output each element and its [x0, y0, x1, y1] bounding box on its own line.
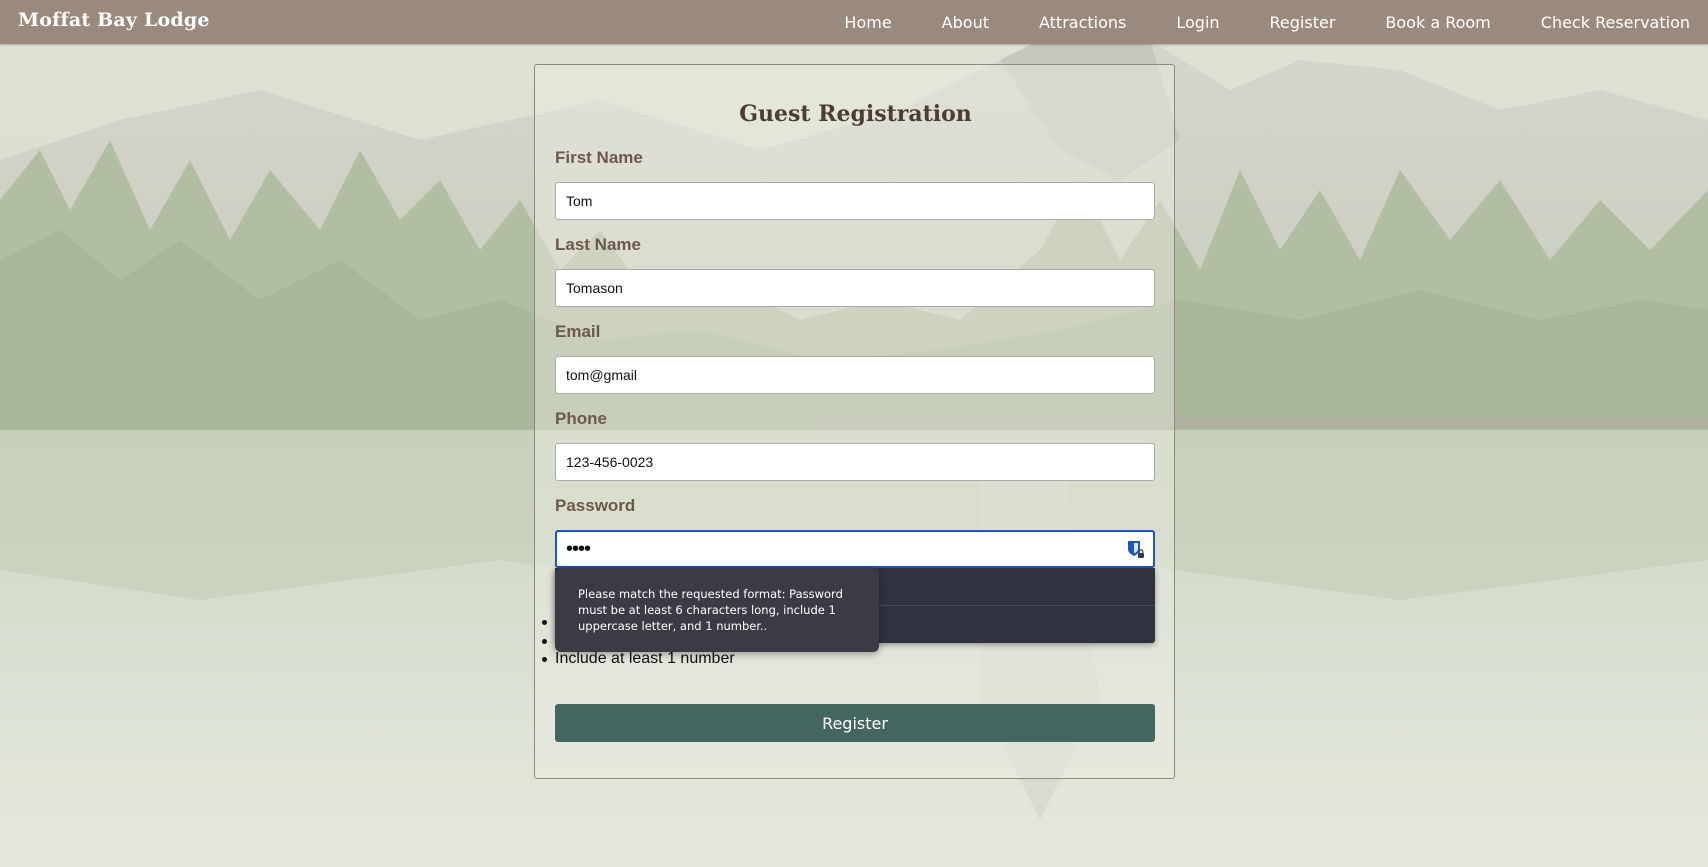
- password-rule-item: Include at least 1 number: [542, 650, 735, 667]
- last-name-label: Last Name: [555, 235, 641, 254]
- register-button[interactable]: Register: [555, 704, 1155, 742]
- nav-link-login[interactable]: Login: [1126, 13, 1219, 32]
- nav-link-attractions[interactable]: Attractions: [989, 13, 1126, 32]
- registration-form-card: Guest Registration First Name Last Name …: [534, 64, 1175, 779]
- first-name-label: First Name: [555, 148, 643, 167]
- site-brand[interactable]: Moffat Bay Lodge: [18, 9, 210, 31]
- phone-label: Phone: [555, 409, 607, 428]
- password-manager-shield-icon[interactable]: [1127, 540, 1145, 560]
- nav-links: Home About Attractions Login Register Bo…: [844, 0, 1690, 44]
- password-label: Password: [555, 496, 636, 515]
- nav-link-register[interactable]: Register: [1220, 13, 1336, 32]
- nav-link-about[interactable]: About: [892, 13, 989, 32]
- email-input[interactable]: [555, 356, 1155, 394]
- password-input[interactable]: ••••: [555, 530, 1155, 568]
- form-title: Guest Registration: [739, 101, 972, 127]
- top-navbar: Moffat Bay Lodge Home About Attractions …: [0, 0, 1708, 44]
- last-name-input[interactable]: [555, 269, 1155, 307]
- email-label: Email: [555, 322, 601, 341]
- password-masked-value: ••••: [566, 537, 591, 560]
- nav-link-check-reservation[interactable]: Check Reservation: [1491, 13, 1690, 32]
- validation-tooltip: Please match the requested format: Passw…: [555, 568, 879, 652]
- first-name-input[interactable]: [555, 182, 1155, 220]
- nav-link-book-room[interactable]: Book a Room: [1335, 13, 1490, 32]
- phone-input[interactable]: [555, 443, 1155, 481]
- nav-link-home[interactable]: Home: [844, 13, 891, 32]
